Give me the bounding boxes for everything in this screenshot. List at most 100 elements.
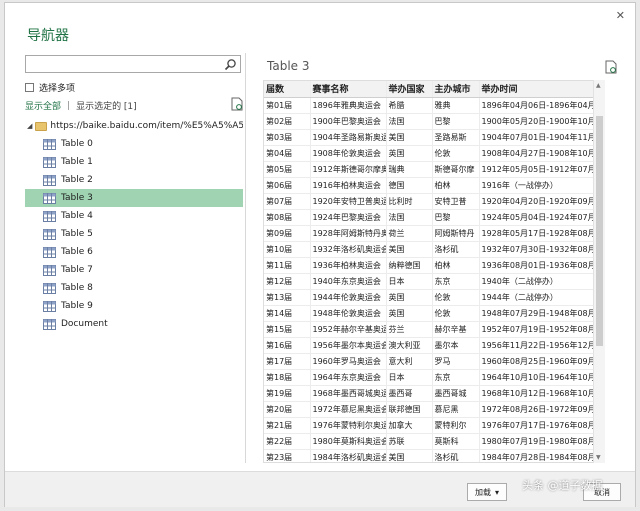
table-cell: 1964年10月10日-1964年10月 [479,369,594,386]
column-header[interactable]: 举办时间 [479,81,594,98]
table-cell: 1924年巴黎奥运会 [310,209,387,226]
table-cell: 第15届 [264,321,311,338]
table-cell: 莫斯科 [432,433,480,450]
preview-grid: 届数 赛事名称 举办国家 主办城市 举办时间 第01届 1896年雅典奥运会 希腊 雅典 189… [263,80,605,463]
show-all-link[interactable]: 显示全部 [25,99,61,112]
tree-item[interactable]: Table 4 [25,207,243,225]
close-icon[interactable]: ✕ [616,9,625,22]
tree-item[interactable]: Table 8 [25,279,243,297]
table-cell: 芬兰 [386,321,433,338]
tree-item[interactable]: Table 5 [25,225,243,243]
table-row: 第18届 1964年东京奥运会 日本 东京 1964年10月10日-1964年10月 [264,369,594,386]
refresh-document-icon[interactable] [231,97,243,111]
table-cell: 瑞典 [386,161,433,178]
table-cell: 1928年05月17日-1928年08月 [479,225,594,242]
load-label: 加载 [474,487,491,497]
table-cell: 洛杉矶 [432,241,480,258]
table-cell: 加拿大 [386,417,433,434]
table-cell: 1936年08月01日-1936年08月 [479,257,594,274]
table-cell: 1920年安特卫普奥运会 [310,193,387,210]
tree-item[interactable]: Table 7 [25,261,243,279]
table-cell: 第06届 [264,177,311,194]
table-cell: 1972年慕尼黑奥运会 [310,401,387,418]
table-cell: 伦敦 [432,145,480,162]
preview-pane: Table 3 届数 赛事名称 举办国家 主办城市 举办时间 第01届 1896年雅典奥运… [249,53,621,463]
table-cell: 东京 [432,273,480,290]
column-header[interactable]: 举办国家 [386,81,433,98]
table-cell: 1980年07月19日-1980年08月 [479,433,594,450]
table-cell: 1964年东京奥运会 [310,369,387,386]
preview-table: 届数 赛事名称 举办国家 主办城市 举办时间 第01届 1896年雅典奥运会 希腊 雅典 189… [264,81,594,462]
load-button[interactable]: 加载 ▾ [467,483,507,501]
table-cell: 1900年巴黎奥运会 [310,113,387,130]
table-row: 第12届 1940年东京奥运会 日本 东京 1940年（二战停办） [264,273,594,290]
table-row: 第07届1920年安特卫普奥运会比利时安特卫普1920年04月20日-1920年… [264,193,594,210]
table-cell: 第01届 [264,97,311,114]
table-cell: 1940年东京奥运会 [310,273,387,290]
tree-item[interactable]: Document [25,315,243,333]
table-row: 第23届 1984年洛杉矶奥运会 美国 洛杉矶 1984年07月28日-1984年08月 [264,449,594,462]
search-icon[interactable] [224,58,237,71]
table-cell: 第04届 [264,145,311,162]
table-row: 第03届1904年圣路易斯奥运会美国圣路易斯1904年07月01日-1904年1… [264,129,594,146]
table-cell: 英国 [386,305,433,322]
table-cell: 1948年伦敦奥运会 [310,305,387,322]
table-cell: 1908年伦敦奥运会 [310,145,387,162]
table-cell: 1968年墨西哥城奥运会 [310,385,387,402]
table-cell: 第12届 [264,273,311,290]
tree-item-label: Table 2 [61,175,93,185]
collapse-icon[interactable]: ◢ [27,122,32,130]
table-cell: 慕尼黑 [432,401,480,418]
table-cell: 赫尔辛基 [432,321,480,338]
table-cell: 1956年11月22日-1956年12月 [479,337,594,354]
scroll-up-icon[interactable]: ▲ [596,82,601,89]
table-cell: 柏林 [432,257,480,274]
table-cell: 美国 [386,241,433,258]
folder-icon [35,121,48,131]
table-cell: 伦敦 [432,305,480,322]
table-cell: 巴黎 [432,209,480,226]
column-header[interactable]: 届数 [264,81,311,98]
tree-root-source[interactable]: ◢ https://baike.baidu.com/item/%E5%A5%A5… [25,117,243,135]
table-cell: 希腊 [386,97,433,114]
table-cell: 1944年（二战停办） [479,289,594,306]
tree-item[interactable]: Table 1 [25,153,243,171]
table-row: 第17届 1960年罗马奥运会 意大利 罗马 1960年08月25日-1960年09月 [264,353,594,370]
table-cell: 第13届 [264,289,311,306]
table-cell: 1976年07月17日-1976年08月 [479,417,594,434]
select-multiple-option[interactable]: 选择多项 [25,81,75,94]
table-cell: 1940年（二战停办） [479,273,594,290]
table-cell: 1912年斯德哥尔摩奥运会 [310,161,387,178]
table-row: 第10届 1932年洛杉矶奥运会 美国 洛杉矶 1932年07月30日-1932年08月 [264,241,594,258]
tree-item[interactable]: Table 0 [25,135,243,153]
tree-item-label: Table 0 [61,139,93,149]
vertical-scrollbar[interactable]: ▲ ▼ [593,80,605,463]
show-selected-link[interactable]: 显示选定的 [1] [76,99,137,112]
chevron-down-icon[interactable]: ▾ [495,488,499,497]
document-options-icon[interactable] [605,60,617,74]
table-cell: 澳大利亚 [386,337,433,354]
table-cell: 安特卫普 [432,193,480,210]
column-header[interactable]: 赛事名称 [310,81,387,98]
table-cell: 雅典 [432,97,480,114]
tree-item[interactable]: Table 6 [25,243,243,261]
scrollbar-thumb[interactable] [596,116,603,346]
tree-item[interactable]: Table 2 [25,171,243,189]
table-row: 第20届 1972年慕尼黑奥运会 联邦德国 慕尼黑 1972年08月26日-1972年0… [264,401,594,418]
tree-item[interactable]: Table 3 [25,189,243,207]
scroll-down-icon[interactable]: ▼ [596,454,601,461]
table-cell: 比利时 [386,193,433,210]
select-multiple-checkbox[interactable] [25,83,34,92]
table-cell: 1980年莫斯科奥运会 [310,433,387,450]
search-input[interactable] [25,55,241,73]
dialog-title: 导航器 [27,28,69,44]
table-cell: 荷兰 [386,225,433,242]
table-row: 第04届 1908年伦敦奥运会 英国 伦敦 1908年04月27日-1908年10月 [264,145,594,162]
column-header[interactable]: 主办城市 [432,81,480,98]
pane-divider [245,53,246,463]
navigator-dialog: 导航器 ✕ 选择多项 显示全部 | 显示选定的 [1] ◢ https://ba… [4,2,636,507]
tree-item[interactable]: Table 9 [25,297,243,315]
table-cell: 蒙特利尔 [432,417,480,434]
table-row: 第22届 1980年莫斯科奥运会 苏联 莫斯科 1980年07月19日-1980年08月 [264,433,594,450]
table-cell: 伦敦 [432,289,480,306]
